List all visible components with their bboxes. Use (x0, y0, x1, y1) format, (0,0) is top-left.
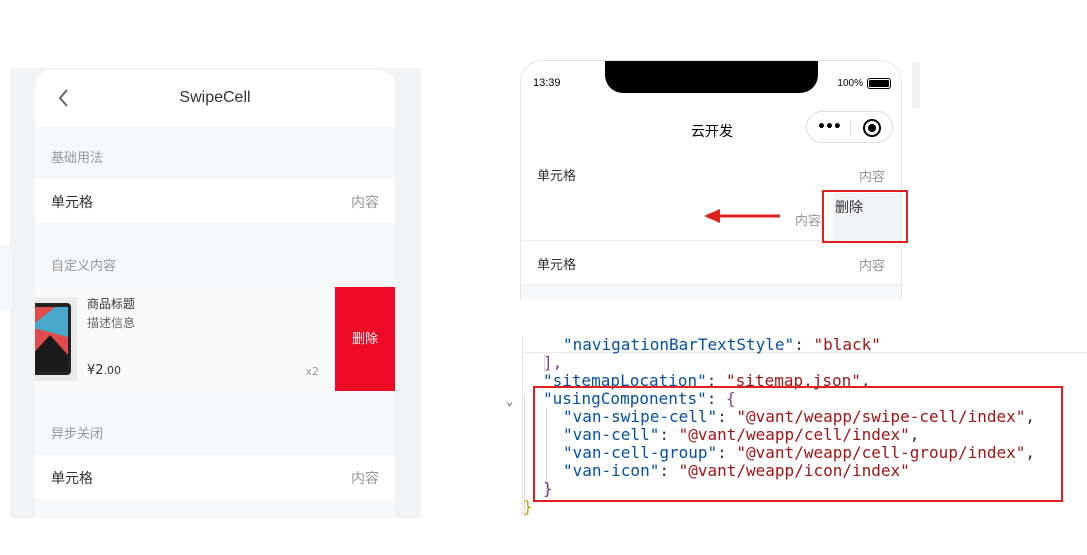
product-quantity: x2 (305, 365, 319, 378)
cell-row-3[interactable]: 单元格 内容 (521, 241, 901, 285)
cell-value: 内容 (351, 195, 379, 211)
code-line: ], (543, 353, 563, 372)
price-decimal: .00 (103, 364, 122, 377)
code-line: } (523, 497, 533, 516)
cell-label: 单元格 (51, 195, 93, 211)
product-title: 商品标题 (87, 297, 136, 311)
product-card[interactable]: 商品标题 描述信息 ¥2.00 x2 (35, 287, 335, 391)
capsule-divider (850, 120, 851, 136)
window-edge (912, 62, 920, 108)
more-dots-icon[interactable]: ••• (817, 119, 842, 135)
cell-label: 单元格 (537, 169, 577, 184)
delete-highlight-box (822, 190, 908, 243)
left-edge-shadow (0, 245, 12, 310)
close-target-icon[interactable] (863, 119, 881, 137)
cell-value: 内容 (858, 170, 885, 185)
cell-value: 内容 (794, 214, 821, 229)
cell-value: 内容 (351, 471, 379, 487)
left-demo-screen: SwipeCell 基础用法 单元格 内容 自定义内容 商品标题 描述信息 ¥2… (35, 70, 395, 518)
battery-percent: 100% (837, 78, 863, 89)
tablet-image-icon (35, 303, 71, 375)
product-desc: 描述信息 (87, 316, 136, 330)
simulator-screen: 13:39 100% 云开发 ••• 单元格 内容 内容 删除 单元格 内容 (520, 60, 902, 300)
page-title: SwipeCell (179, 89, 251, 106)
section-title-basic: 基础用法 (51, 151, 104, 166)
delete-button[interactable]: 删除 (335, 287, 395, 391)
battery-icon (867, 78, 891, 89)
cell-value: 内容 (858, 259, 885, 274)
product-price: ¥2.00 (87, 363, 121, 378)
capsule-menu[interactable]: ••• (806, 111, 893, 143)
status-time: 13:39 (533, 77, 561, 89)
cell-label: 单元格 (537, 258, 577, 273)
phone-notch (605, 61, 818, 93)
cell-label: 单元格 (51, 471, 93, 487)
swipe-cell-basic[interactable]: 单元格 内容 (35, 179, 395, 223)
section-title-custom: 自定义内容 (51, 259, 117, 274)
section-title-async: 异步关闭 (51, 427, 104, 442)
swipe-left-arrow-icon (704, 209, 780, 223)
product-thumbnail (35, 297, 77, 381)
nav-bar: SwipeCell (35, 70, 395, 127)
fold-chevron-icon[interactable]: ⌄ (506, 394, 513, 408)
price-integer: 2 (95, 363, 104, 378)
mini-program-nav-bar: 云开发 ••• (521, 107, 901, 152)
swipe-cell-async[interactable]: 单元格 内容 (35, 455, 395, 499)
code-line: "navigationBarTextStyle": "black" (563, 335, 881, 354)
editor-gutter-line (522, 336, 523, 516)
using-components-highlight-box (533, 386, 1063, 502)
